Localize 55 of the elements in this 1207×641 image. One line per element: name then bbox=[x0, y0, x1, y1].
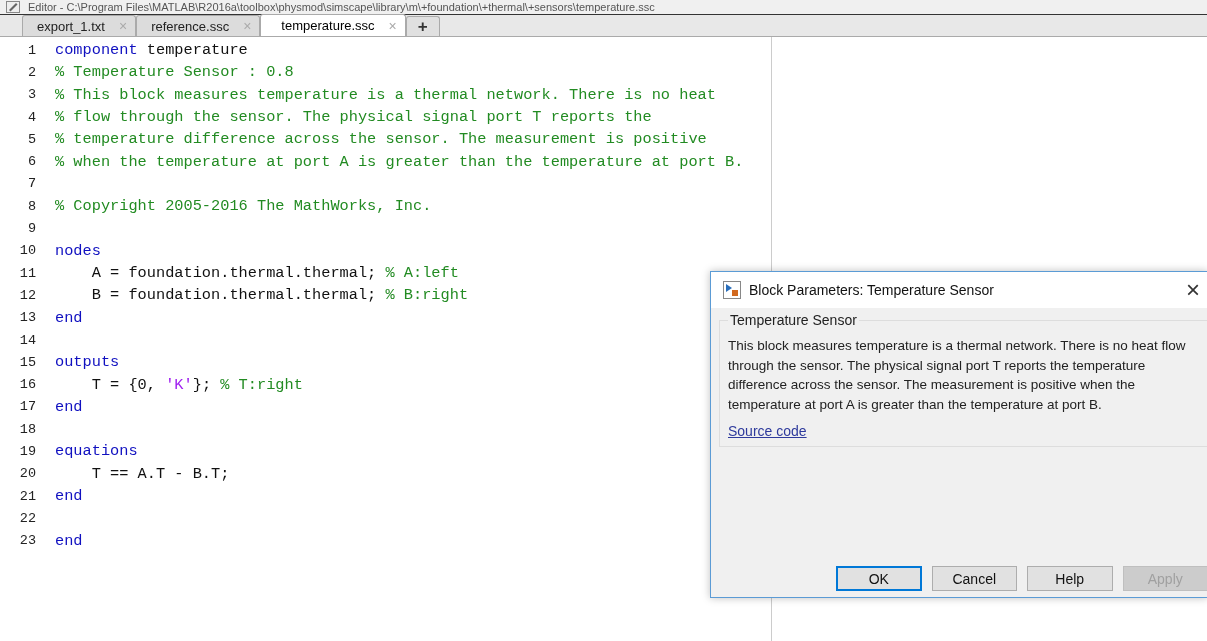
line-number: 23 bbox=[18, 533, 37, 549]
code-line: % when the temperature at port A is greater than the temperature at port B. bbox=[55, 152, 744, 171]
code-line: end bbox=[55, 397, 83, 416]
code-line: T = {0, 'K'}; % T:right bbox=[90, 375, 303, 394]
dialog-button[interactable]: Cancel bbox=[931, 566, 1017, 591]
line-number: 8 bbox=[26, 198, 37, 214]
code-line: end bbox=[55, 531, 83, 550]
code-line: A = foundation.thermal.thermal; % A:left bbox=[90, 264, 459, 283]
close-icon[interactable]: × bbox=[1186, 278, 1200, 302]
line-number: 4 bbox=[26, 109, 37, 125]
code-line: nodes bbox=[55, 241, 101, 260]
code-line: % This block measures temperature is a thermal network. There is no heat bbox=[55, 85, 716, 104]
code-line: outputs bbox=[55, 353, 120, 372]
new-tab-button[interactable]: + bbox=[405, 16, 440, 36]
editor-tab[interactable]: reference.ssc × bbox=[136, 15, 261, 36]
line-number: 1 bbox=[26, 42, 37, 58]
code-line: % flow through the sensor. The physical signal port T reports the bbox=[55, 108, 652, 127]
line-number: 6 bbox=[26, 154, 37, 170]
code-line: end bbox=[55, 308, 83, 327]
dialog-button[interactable]: OK bbox=[836, 566, 922, 591]
code-line: B = foundation.thermal.thermal; % B:right bbox=[90, 286, 469, 305]
block-icon bbox=[723, 281, 741, 299]
dialog-button[interactable]: Help bbox=[1027, 566, 1113, 591]
line-number: 7 bbox=[26, 176, 37, 192]
line-number: 22 bbox=[18, 510, 37, 526]
line-number: 9 bbox=[26, 221, 37, 236]
code-line: equations bbox=[55, 442, 138, 461]
line-number: 17 bbox=[18, 399, 37, 415]
window-title: Editor - C:\Program Files\MATLAB\R2016a\toolbox\physmod\simscape\library\m\+foundation\+thermal\+sensors\temperature.ssc bbox=[28, 1, 655, 13]
line-number: 18 bbox=[18, 421, 37, 437]
line-number: 12 bbox=[18, 287, 37, 303]
code-line: component temperature bbox=[55, 41, 248, 60]
code-line: % Temperature Sensor : 0.8 bbox=[55, 63, 294, 82]
line-number: 11 bbox=[18, 265, 37, 281]
line-number: 5 bbox=[26, 131, 37, 147]
line-number: 10 bbox=[18, 243, 37, 259]
line-number: 2 bbox=[26, 64, 37, 80]
dialog-title: Block Parameters: Temperature Sensor bbox=[749, 282, 995, 298]
editor-tab[interactable]: temperature.ssc × bbox=[260, 14, 406, 36]
line-number: 15 bbox=[18, 354, 37, 370]
description-text: This block measures temperature is a thermal network. There is no heat flow through the sensor. The physical signal port T reports the temperature difference across the sensor. The measurement is positive when the temperature at port A is greater than the temperature at port B. bbox=[728, 337, 1187, 414]
line-number: 19 bbox=[18, 444, 37, 459]
code-line: % temperature difference across the sensor. The measurement is positive bbox=[55, 130, 707, 149]
group-title: Temperature Sensor bbox=[729, 312, 858, 328]
line-number: 3 bbox=[26, 87, 37, 103]
line-number: 14 bbox=[18, 332, 37, 348]
line-number: 16 bbox=[18, 377, 37, 393]
line-number: 20 bbox=[18, 466, 37, 482]
source-code-link[interactable]: Source code bbox=[728, 423, 807, 439]
code-line: T == A.T - B.T; bbox=[90, 464, 230, 483]
code-line: end bbox=[55, 487, 83, 506]
editor-tab[interactable]: export_1.txt × bbox=[22, 15, 137, 36]
line-number: 21 bbox=[18, 488, 37, 504]
line-number: 13 bbox=[18, 310, 37, 326]
code-line: % Copyright 2005-2016 The MathWorks, Inc. bbox=[55, 197, 432, 216]
